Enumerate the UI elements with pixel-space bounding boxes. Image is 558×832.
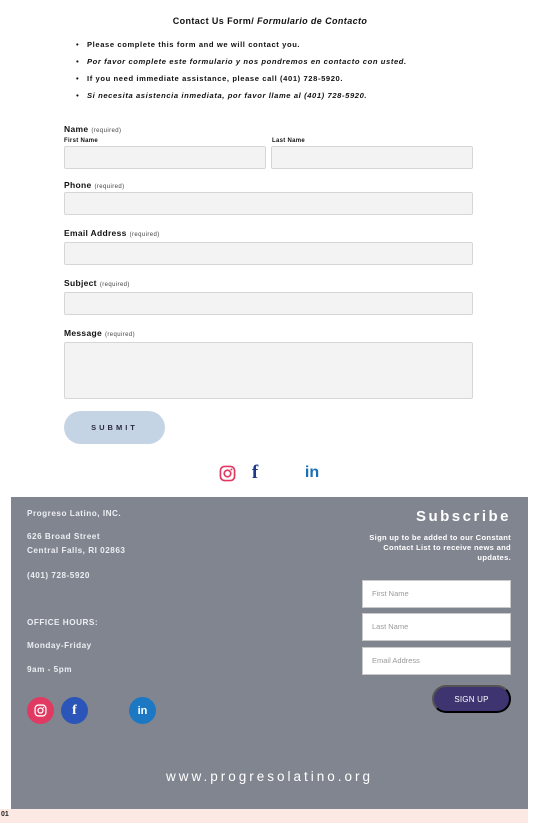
first-name-input[interactable] xyxy=(64,146,266,169)
phone-input[interactable] xyxy=(64,192,473,215)
sign-up-button[interactable]: SIGN UP xyxy=(432,685,511,713)
name-label: Name (required) xyxy=(64,124,121,134)
instagram-icon[interactable] xyxy=(216,461,238,485)
message-label: Message (required) xyxy=(64,328,135,338)
linkedin-icon[interactable]: in xyxy=(129,697,156,724)
subscribe-last-name-input[interactable]: Last Name xyxy=(362,613,511,641)
last-name-label: Last Name xyxy=(272,138,306,144)
required-note: (required) xyxy=(91,128,122,134)
name-label-text: Name xyxy=(64,124,89,134)
submit-button[interactable]: SUBMIT xyxy=(64,411,165,444)
subject-label-text: Subject xyxy=(64,278,97,288)
facebook-icon[interactable]: f xyxy=(61,697,88,724)
subscribe-first-name-input[interactable]: First Name xyxy=(362,580,511,608)
instruction-item: If you need immediate assistance, please… xyxy=(76,72,407,89)
subject-input[interactable] xyxy=(64,292,473,315)
footer-phone: (401) 728-5920 xyxy=(27,571,90,580)
required-note: (required) xyxy=(129,232,160,238)
instruction-item: Please complete this form and we will co… xyxy=(76,38,407,55)
message-label-text: Message xyxy=(64,328,103,338)
linkedin-icon[interactable]: in xyxy=(301,461,323,485)
subscribe-text: Sign up to be added to our Constant Cont… xyxy=(369,533,511,562)
office-hours-label: OFFICE HOURS: xyxy=(27,618,99,627)
last-name-input[interactable] xyxy=(271,146,473,169)
bottom-strip-text: 01 xyxy=(1,811,9,818)
subscribe-email-input[interactable]: Email Address xyxy=(362,647,511,675)
instagram-icon[interactable] xyxy=(27,697,54,724)
subscribe-title: Subscribe xyxy=(415,508,511,525)
message-textarea[interactable] xyxy=(64,342,473,399)
phone-label-text: Phone xyxy=(64,180,92,190)
office-days: Monday-Friday xyxy=(27,641,92,650)
form-title-english: Contact Us Form/ xyxy=(172,16,255,26)
website-link[interactable]: www.progresolatino.org xyxy=(11,769,528,784)
footer: Progreso Latino, INC. 626 Broad Street C… xyxy=(11,497,528,809)
required-note: (required) xyxy=(99,282,130,288)
instruction-item: Si necesita asistencia inmediata, por fa… xyxy=(76,89,407,106)
phone-label: Phone (required) xyxy=(64,180,125,190)
required-note: (required) xyxy=(94,184,125,190)
org-name: Progreso Latino, INC. xyxy=(27,509,122,518)
first-name-label: First Name xyxy=(64,138,99,144)
instruction-item: Por favor complete este formulario y nos… xyxy=(76,55,407,72)
facebook-icon[interactable]: f xyxy=(246,461,264,485)
required-note: (required) xyxy=(105,332,136,338)
email-input[interactable] xyxy=(64,242,473,265)
email-label-text: Email Address xyxy=(64,228,127,238)
office-hours: 9am - 5pm xyxy=(27,665,72,674)
email-label: Email Address (required) xyxy=(64,228,160,238)
instructions-list: Please complete this form and we will co… xyxy=(76,38,407,106)
form-title-spanish: Formulario de Contacto xyxy=(257,16,368,26)
social-links: f in xyxy=(0,461,540,485)
subject-label: Subject (required) xyxy=(64,278,130,288)
bottom-strip: 01 xyxy=(0,809,528,823)
address-line2: Central Falls, RI 02863 xyxy=(27,546,126,555)
address-line1: 626 Broad Street xyxy=(27,532,101,541)
form-title: Contact Us Form/ Formulario de Contacto xyxy=(0,16,540,26)
